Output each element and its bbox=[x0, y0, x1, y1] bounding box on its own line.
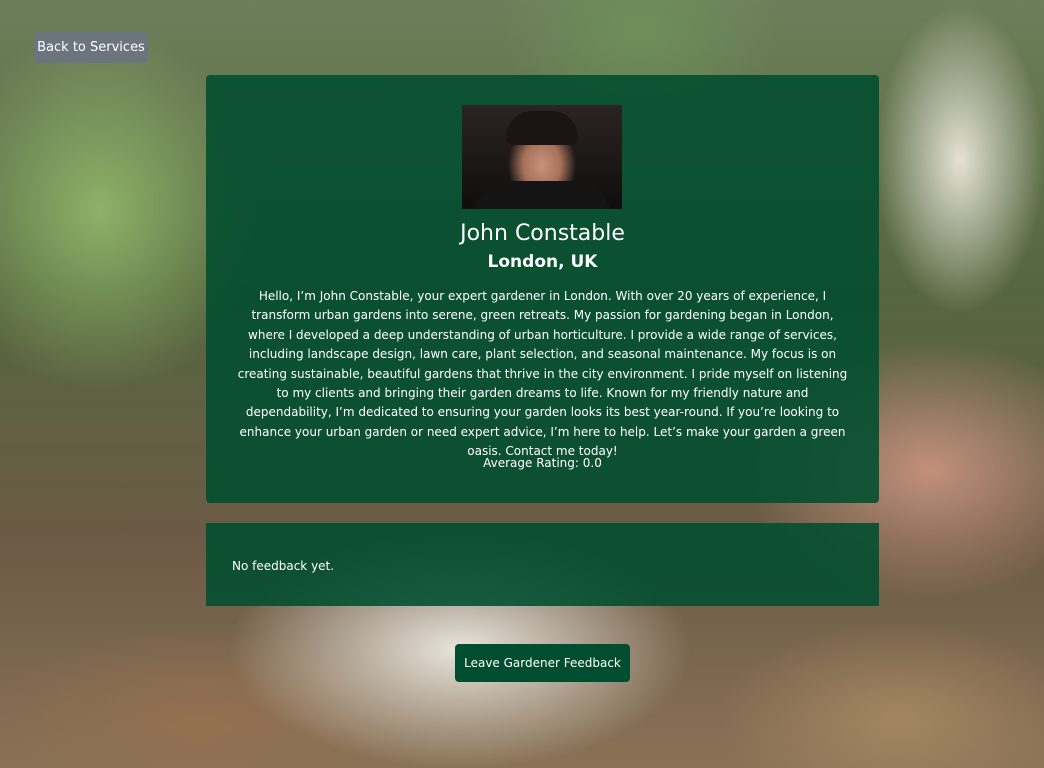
no-feedback-message: No feedback yet. bbox=[232, 559, 335, 573]
gardener-location: London, UK bbox=[487, 252, 598, 272]
avatar-hair bbox=[506, 111, 578, 145]
gardener-avatar bbox=[462, 105, 622, 209]
gardener-bio: Hello, I’m John Constable, your expert g… bbox=[237, 289, 848, 459]
average-rating: Average Rating: 0.0 bbox=[483, 456, 602, 470]
leave-feedback-button[interactable]: Leave Gardener Feedback bbox=[455, 644, 630, 682]
back-to-services-button[interactable]: Back to Services bbox=[34, 32, 148, 63]
gardener-name: John Constable bbox=[460, 221, 625, 246]
avatar-shirt bbox=[472, 181, 612, 209]
feedback-section: No feedback yet. bbox=[206, 523, 879, 606]
gardener-profile-card: John Constable London, UK Hello, I’m Joh… bbox=[206, 75, 879, 503]
